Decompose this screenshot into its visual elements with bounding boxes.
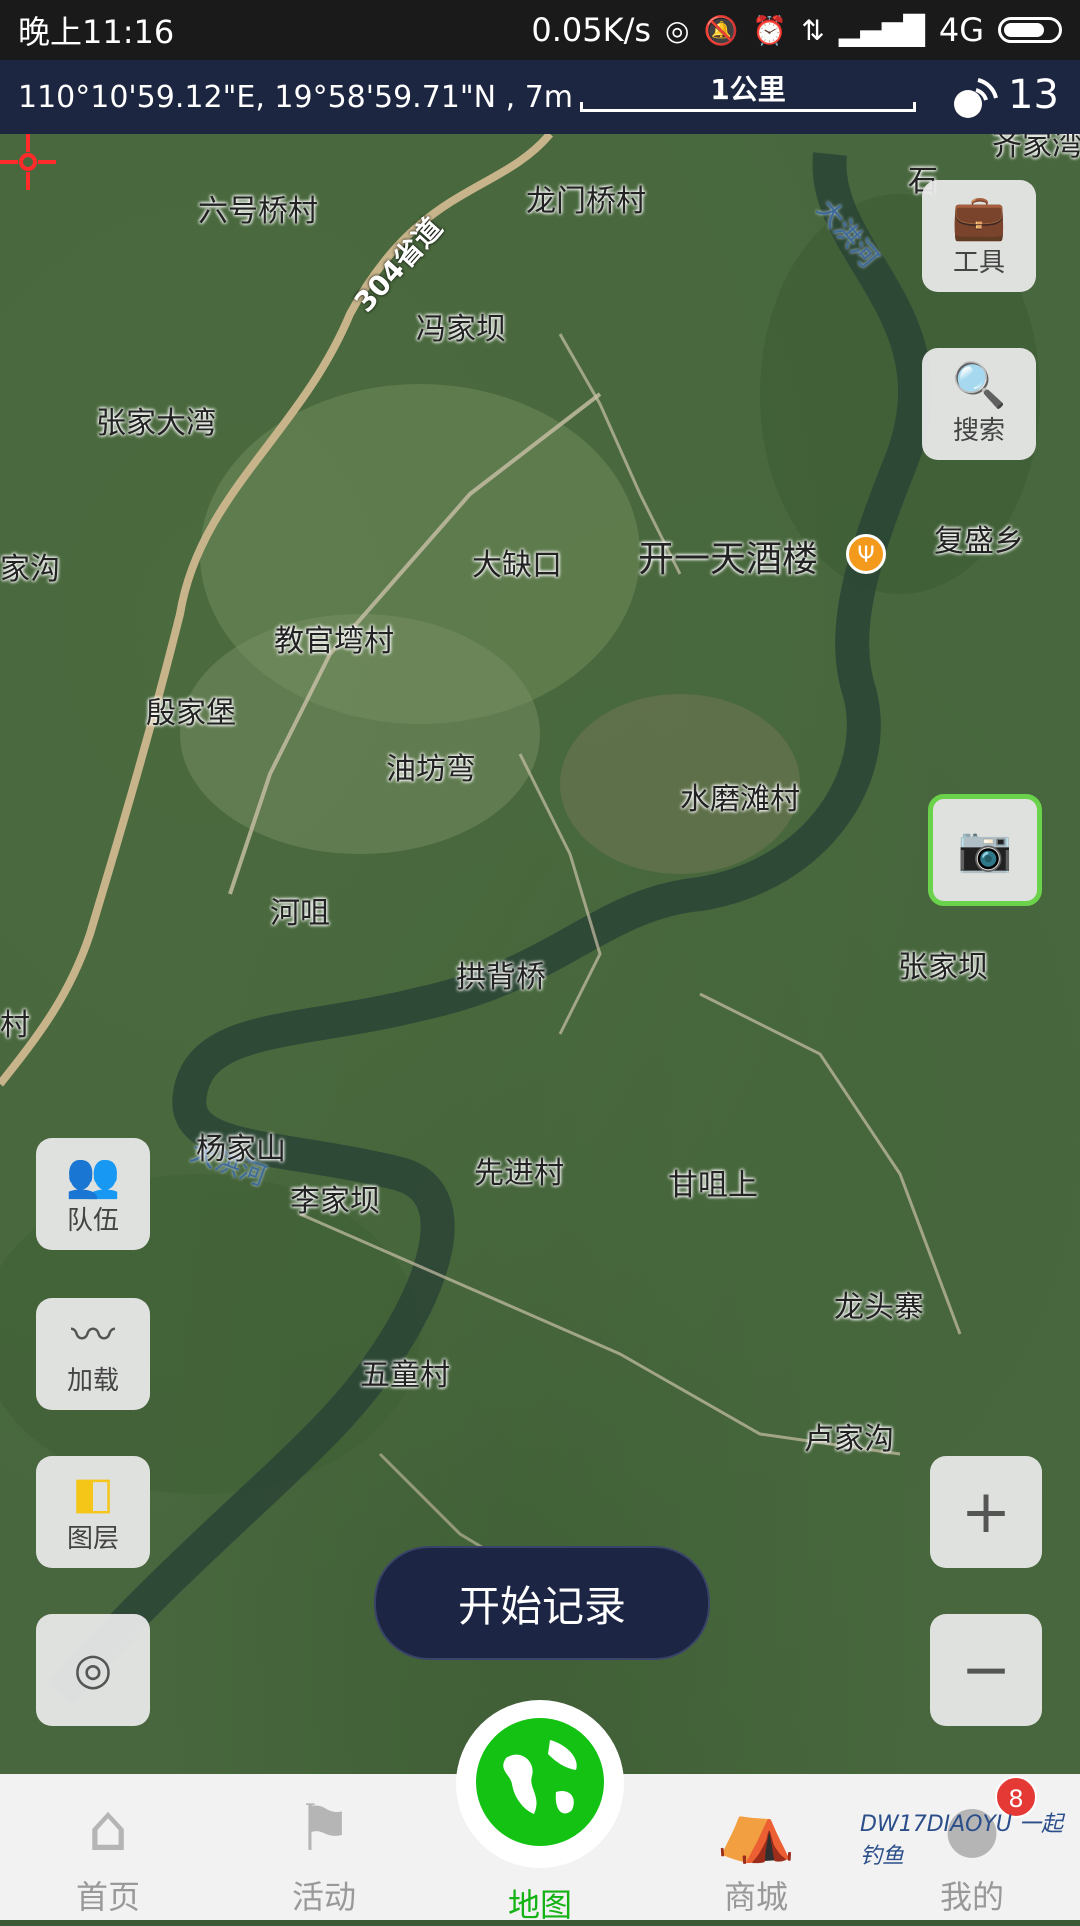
- load-label: 加载: [66, 1365, 119, 1396]
- search-label: 搜索: [952, 415, 1005, 446]
- load-button[interactable]: 〰 加载: [36, 1298, 150, 1410]
- scale-bar: [580, 102, 916, 112]
- layers-button[interactable]: ◧ 图层: [36, 1456, 150, 1568]
- watermark: DW17DIAOYU 一起钓鱼: [860, 1812, 1064, 1869]
- mute-icon: 🔕: [703, 13, 739, 47]
- nav-activity[interactable]: ⚑ 活动: [234, 1774, 414, 1920]
- layers-label: 图层: [66, 1523, 119, 1554]
- place-label: 齐家湾: [992, 134, 1080, 163]
- poi-label[interactable]: 开一天酒楼: [638, 530, 818, 582]
- place-label: 龙门桥村: [526, 184, 646, 219]
- wave-icon: 〰: [71, 1309, 115, 1361]
- place-label: 河咀: [270, 896, 330, 931]
- team-button[interactable]: 👥 队伍: [36, 1138, 150, 1250]
- nav-home[interactable]: ⌂ 首页: [18, 1774, 198, 1920]
- place-label: 殷家堡: [146, 696, 236, 731]
- place-label: 复盛乡: [934, 524, 1024, 559]
- place-label: 村: [0, 1008, 30, 1043]
- alarm-icon: ⏰: [752, 13, 788, 47]
- camera-button[interactable]: 📷: [928, 794, 1042, 906]
- network-speed: 0.05K/s: [531, 11, 652, 49]
- zoom-in-button[interactable]: +: [930, 1456, 1042, 1568]
- status-time: 晚上11:16: [18, 13, 175, 51]
- coordinates-readout: 110°10'59.12"E, 19°58'59.71"N , 7m: [18, 79, 574, 115]
- nav-store[interactable]: ⛺ 商城: [666, 1774, 846, 1920]
- place-label: 杨家山: [196, 1132, 286, 1167]
- place-label: 卢家沟: [804, 1422, 894, 1457]
- zoom-out-button[interactable]: −: [930, 1614, 1042, 1726]
- battery-icon: [998, 17, 1062, 43]
- team-icon: 👥: [65, 1149, 121, 1201]
- place-label: 张家坝: [898, 950, 988, 985]
- status-bar: 晚上11:16 0.05K/s ◎ 🔕 ⏰ ⇅ ▂▄▆█ 4G: [0, 0, 1080, 60]
- plus-icon: +: [960, 1477, 1012, 1547]
- place-label: 张家大湾: [96, 406, 216, 441]
- place-label: 家沟: [0, 552, 60, 587]
- tools-button[interactable]: 💼 工具: [922, 180, 1036, 292]
- place-label: 水磨滩村: [680, 782, 800, 817]
- nav-map[interactable]: [470, 1712, 610, 1852]
- place-label: 教官塆村: [274, 624, 394, 659]
- briefcase-icon: 💼: [951, 191, 1007, 243]
- map-scale: 1公里: [580, 68, 916, 120]
- store-icon: ⛺: [716, 1792, 796, 1866]
- locate-button[interactable]: ◎: [36, 1614, 150, 1726]
- locate-icon: ◎: [73, 1644, 113, 1695]
- place-label: 冯家坝: [416, 312, 506, 347]
- place-label: 油坊弯: [386, 752, 476, 787]
- place-label: 五童村: [360, 1358, 450, 1393]
- hotspot-icon: ◎: [665, 13, 690, 47]
- signal-icon: ▂▄▆█: [838, 13, 925, 47]
- place-label: 六号桥村: [198, 194, 318, 229]
- minus-icon: −: [960, 1635, 1012, 1705]
- flag-icon: ⚑: [295, 1792, 353, 1866]
- satellite-count: 13: [1008, 72, 1059, 118]
- search-icon: 🔍: [951, 359, 1007, 411]
- home-icon: ⌂: [87, 1792, 129, 1866]
- crosshair-icon: [0, 134, 56, 190]
- team-label: 队伍: [66, 1205, 119, 1236]
- status-right: 0.05K/s ◎ 🔕 ⏰ ⇅ ▂▄▆█ 4G: [531, 11, 1062, 49]
- network-type: 4G: [938, 11, 984, 49]
- satellite-icon: [954, 78, 998, 118]
- restaurant-icon[interactable]: Ψ: [846, 534, 886, 574]
- start-record-label: 开始记录: [457, 1581, 626, 1631]
- satellite-map[interactable]: 304省道 大洪河 大洪河 六号桥村 龙门桥村 冯家坝 张家大湾 大缺口 开一天…: [0, 134, 1080, 1774]
- data-arrows-icon: ⇅: [801, 13, 825, 47]
- start-record-button[interactable]: 开始记录: [374, 1546, 710, 1660]
- place-label: 大缺口: [472, 548, 562, 583]
- tools-label: 工具: [952, 247, 1005, 278]
- place-label: 甘咀上: [668, 1168, 758, 1203]
- camera-icon: 📷: [957, 824, 1013, 875]
- nav-store-label: 商城: [723, 1878, 788, 1916]
- nav-map-label: 地图: [507, 1886, 572, 1924]
- place-label: 李家坝: [290, 1184, 380, 1219]
- nav-home-label: 首页: [75, 1878, 140, 1916]
- globe-icon: [503, 1740, 577, 1814]
- place-label: 先进村: [474, 1156, 564, 1191]
- nav-activity-label: 活动: [291, 1878, 356, 1916]
- search-button[interactable]: 🔍 搜索: [922, 348, 1036, 460]
- location-info-bar: 110°10'59.12"E, 19°58'59.71"N , 7m 1公里 1…: [0, 60, 1080, 134]
- place-label: 龙头寨: [834, 1290, 924, 1325]
- layers-icon: ◧: [72, 1467, 114, 1519]
- place-label: 拱背桥: [456, 960, 546, 995]
